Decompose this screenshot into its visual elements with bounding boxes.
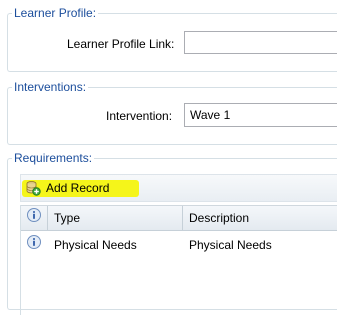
interventions-legend: Interventions: <box>12 80 89 94</box>
intervention-label: Intervention: <box>106 109 173 123</box>
intervention-input[interactable] <box>184 103 337 127</box>
learner-profile-link-label: Learner Profile Link: <box>67 37 175 51</box>
learner-profile-link-input[interactable] <box>184 31 337 54</box>
interventions-group: Interventions: Intervention: <box>7 80 337 145</box>
add-record-button[interactable]: Add Record <box>25 178 109 198</box>
requirements-group: Requirements: Add Record Type Descriptio… <box>7 151 337 315</box>
add-record-icon <box>25 180 41 196</box>
learner-profile-legend: Learner Profile: <box>12 6 99 20</box>
column-header-type[interactable]: Type <box>48 206 183 230</box>
requirements-grid: Type Description Physical Needs Physical… <box>20 205 337 315</box>
requirements-legend: Requirements: <box>12 151 95 165</box>
table-row[interactable]: Physical Needs Physical Needs <box>21 233 337 257</box>
info-icon <box>26 234 42 258</box>
row-info-cell <box>26 233 42 257</box>
row-description-cell: Physical Needs <box>189 238 272 252</box>
row-type-cell: Physical Needs <box>54 238 137 252</box>
requirements-toolbar: Add Record <box>20 174 337 202</box>
grid-header: Type Description <box>21 205 337 231</box>
column-header-description[interactable]: Description <box>183 206 337 230</box>
header-info-cell[interactable] <box>21 206 48 230</box>
learner-profile-group: Learner Profile: Learner Profile Link: <box>7 6 337 72</box>
add-record-label: Add Record <box>46 181 110 195</box>
info-icon <box>26 207 42 231</box>
